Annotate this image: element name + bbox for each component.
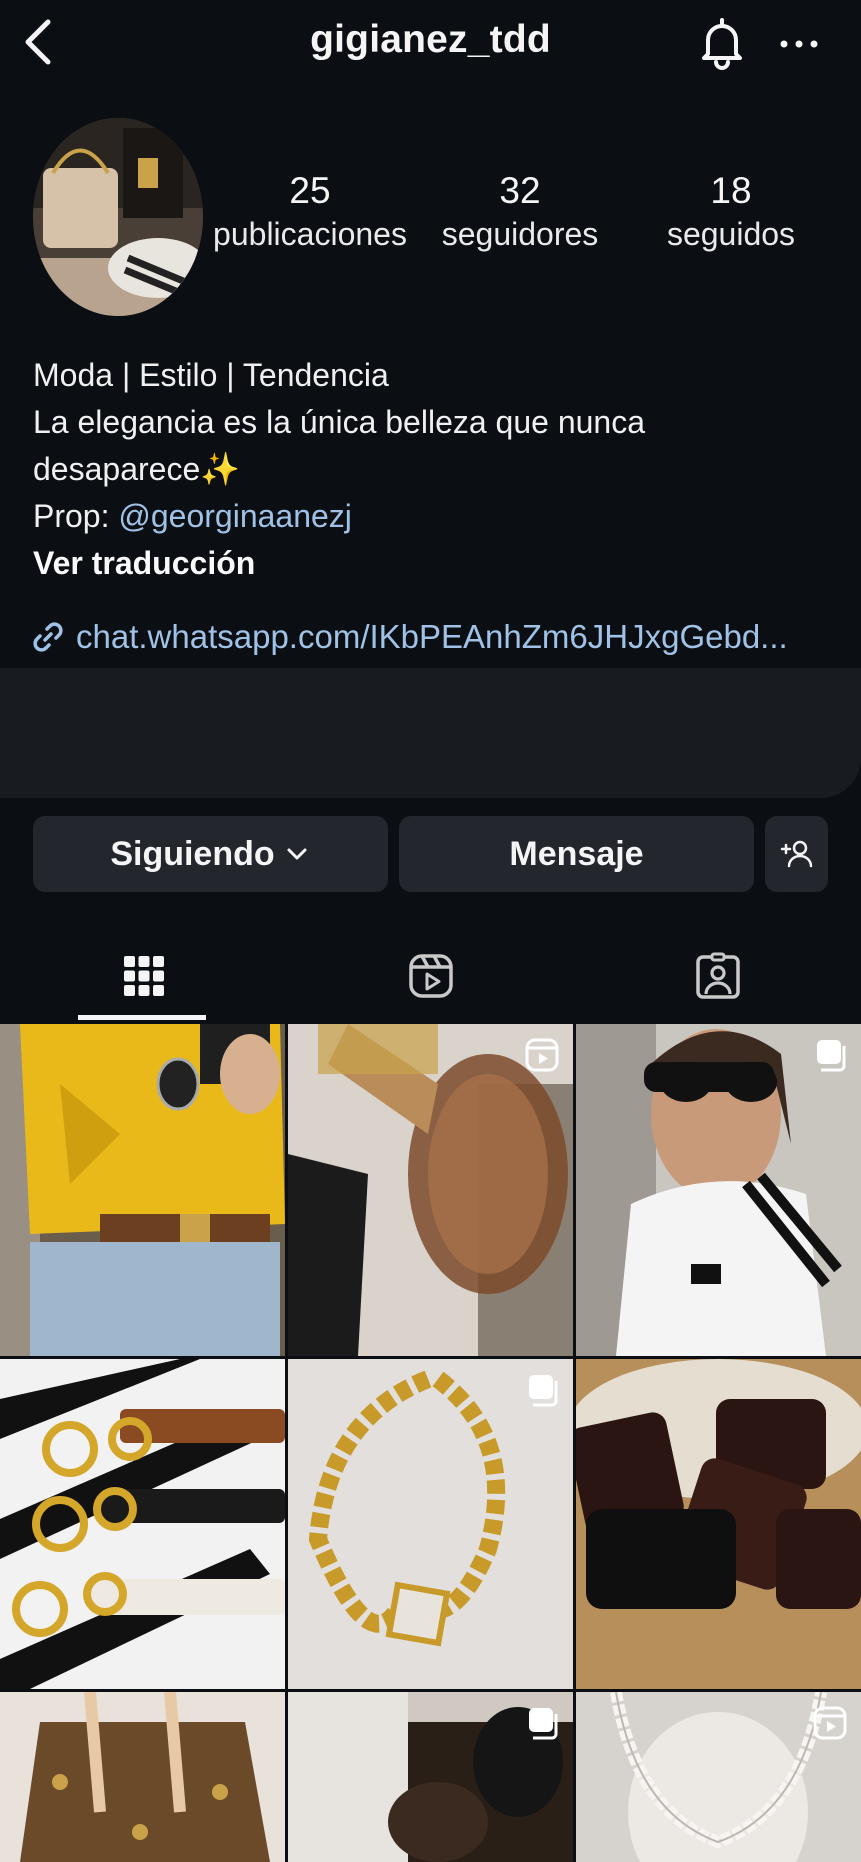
post-thumbnail[interactable] [576,1024,861,1356]
external-link[interactable]: chat.whatsapp.com/IKbPEAnhZm6JHJxgGebd..… [30,618,788,656]
carousel-icon [817,1040,846,1072]
stat-following-label: seguidos [666,216,796,252]
post-thumbnail[interactable] [288,1024,573,1356]
bio-line: Moda | Estilo | Tendencia [33,357,389,393]
active-tab-indicator [78,1015,206,1020]
post-thumbnail[interactable] [576,1359,861,1689]
stat-posts-count: 25 [289,170,331,211]
bio-line-text: desaparece [33,451,201,487]
message-button-label: Mensaje [509,834,644,873]
link-icon [33,622,63,652]
reels-icon [408,954,453,998]
post-thumbnail[interactable] [576,1692,861,1862]
mention-link[interactable]: @georginaanezj [118,498,352,534]
tagged-icon [695,952,740,999]
post-thumbnail[interactable] [0,1692,285,1862]
suggested-users-button[interactable] [765,816,828,892]
posts-grid [0,1024,861,1862]
carousel-icon [529,1375,558,1407]
following-button-label: Siguiendo [110,834,275,873]
tab-posts-grid[interactable] [0,930,287,1022]
stat-followers-count: 32 [499,170,541,211]
post-thumbnail[interactable] [0,1024,285,1356]
redacted-area [0,668,861,798]
stat-posts-label: publicaciones [213,216,407,252]
stat-posts[interactable]: 25 publicaciones [212,170,408,253]
bio-prop-line: Prop: @georginaanezj [33,493,645,540]
reel-icon [813,1706,847,1740]
following-button[interactable]: Siguiendo [33,816,388,892]
add-person-icon [780,840,812,868]
sparkles-emoji: ✨ [200,451,241,487]
grid-icon [123,956,164,996]
stat-followers[interactable]: 32 seguidores [430,170,610,253]
see-translation-link[interactable]: Ver traducción [33,540,645,587]
profile-avatar[interactable] [33,118,203,316]
chevron-down-icon [287,848,307,860]
post-thumbnail[interactable] [0,1359,285,1689]
more-options-icon[interactable] [774,22,824,66]
profile-header: gigianez_tdd [0,0,861,90]
post-thumbnail[interactable] [288,1692,573,1862]
tab-tagged[interactable] [574,930,861,1022]
stat-following-count: 18 [710,170,752,211]
tab-reels[interactable] [287,930,574,1022]
carousel-icon [529,1708,558,1740]
profile-bio: Moda | Estilo | Tendencia La elegancia e… [33,352,645,587]
bio-prop-prefix: Prop: [33,498,119,534]
external-link-text: chat.whatsapp.com/IKbPEAnhZm6JHJxgGebd..… [76,618,788,655]
profile-tabs [0,930,861,1022]
bio-line: La elegancia es la única belleza que nun… [33,404,646,440]
stat-followers-label: seguidores [441,216,599,252]
post-thumbnail[interactable] [288,1359,573,1689]
bio-line: desaparece✨ [33,446,645,493]
reel-icon [525,1038,559,1072]
message-button[interactable]: Mensaje [399,816,754,892]
stat-following[interactable]: 18 seguidos [640,170,822,253]
bell-icon[interactable] [694,14,750,72]
